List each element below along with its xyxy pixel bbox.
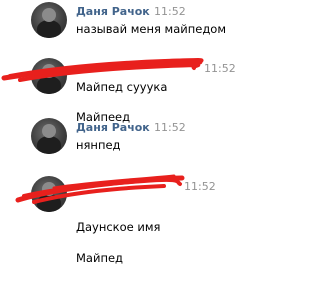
author-name[interactable]: Даня Рачок [76,121,150,134]
message-time[interactable]: 11:52 [154,5,186,18]
message-text: нянпед [76,138,121,152]
redaction-scribble [15,174,185,204]
message-text: Даунское имя [76,220,161,234]
message-text: Майпед [76,251,123,265]
message-text: Майпед сууука [76,80,168,94]
avatar[interactable] [31,118,67,154]
avatar[interactable] [31,2,67,38]
author-name[interactable]: Даня Рачок [76,5,150,18]
message-time[interactable]: 11:52 [204,62,236,75]
message-text: называй меня майпедом [76,22,227,36]
message-time[interactable]: 11:52 [184,180,216,193]
message-time[interactable]: 11:52 [154,121,186,134]
